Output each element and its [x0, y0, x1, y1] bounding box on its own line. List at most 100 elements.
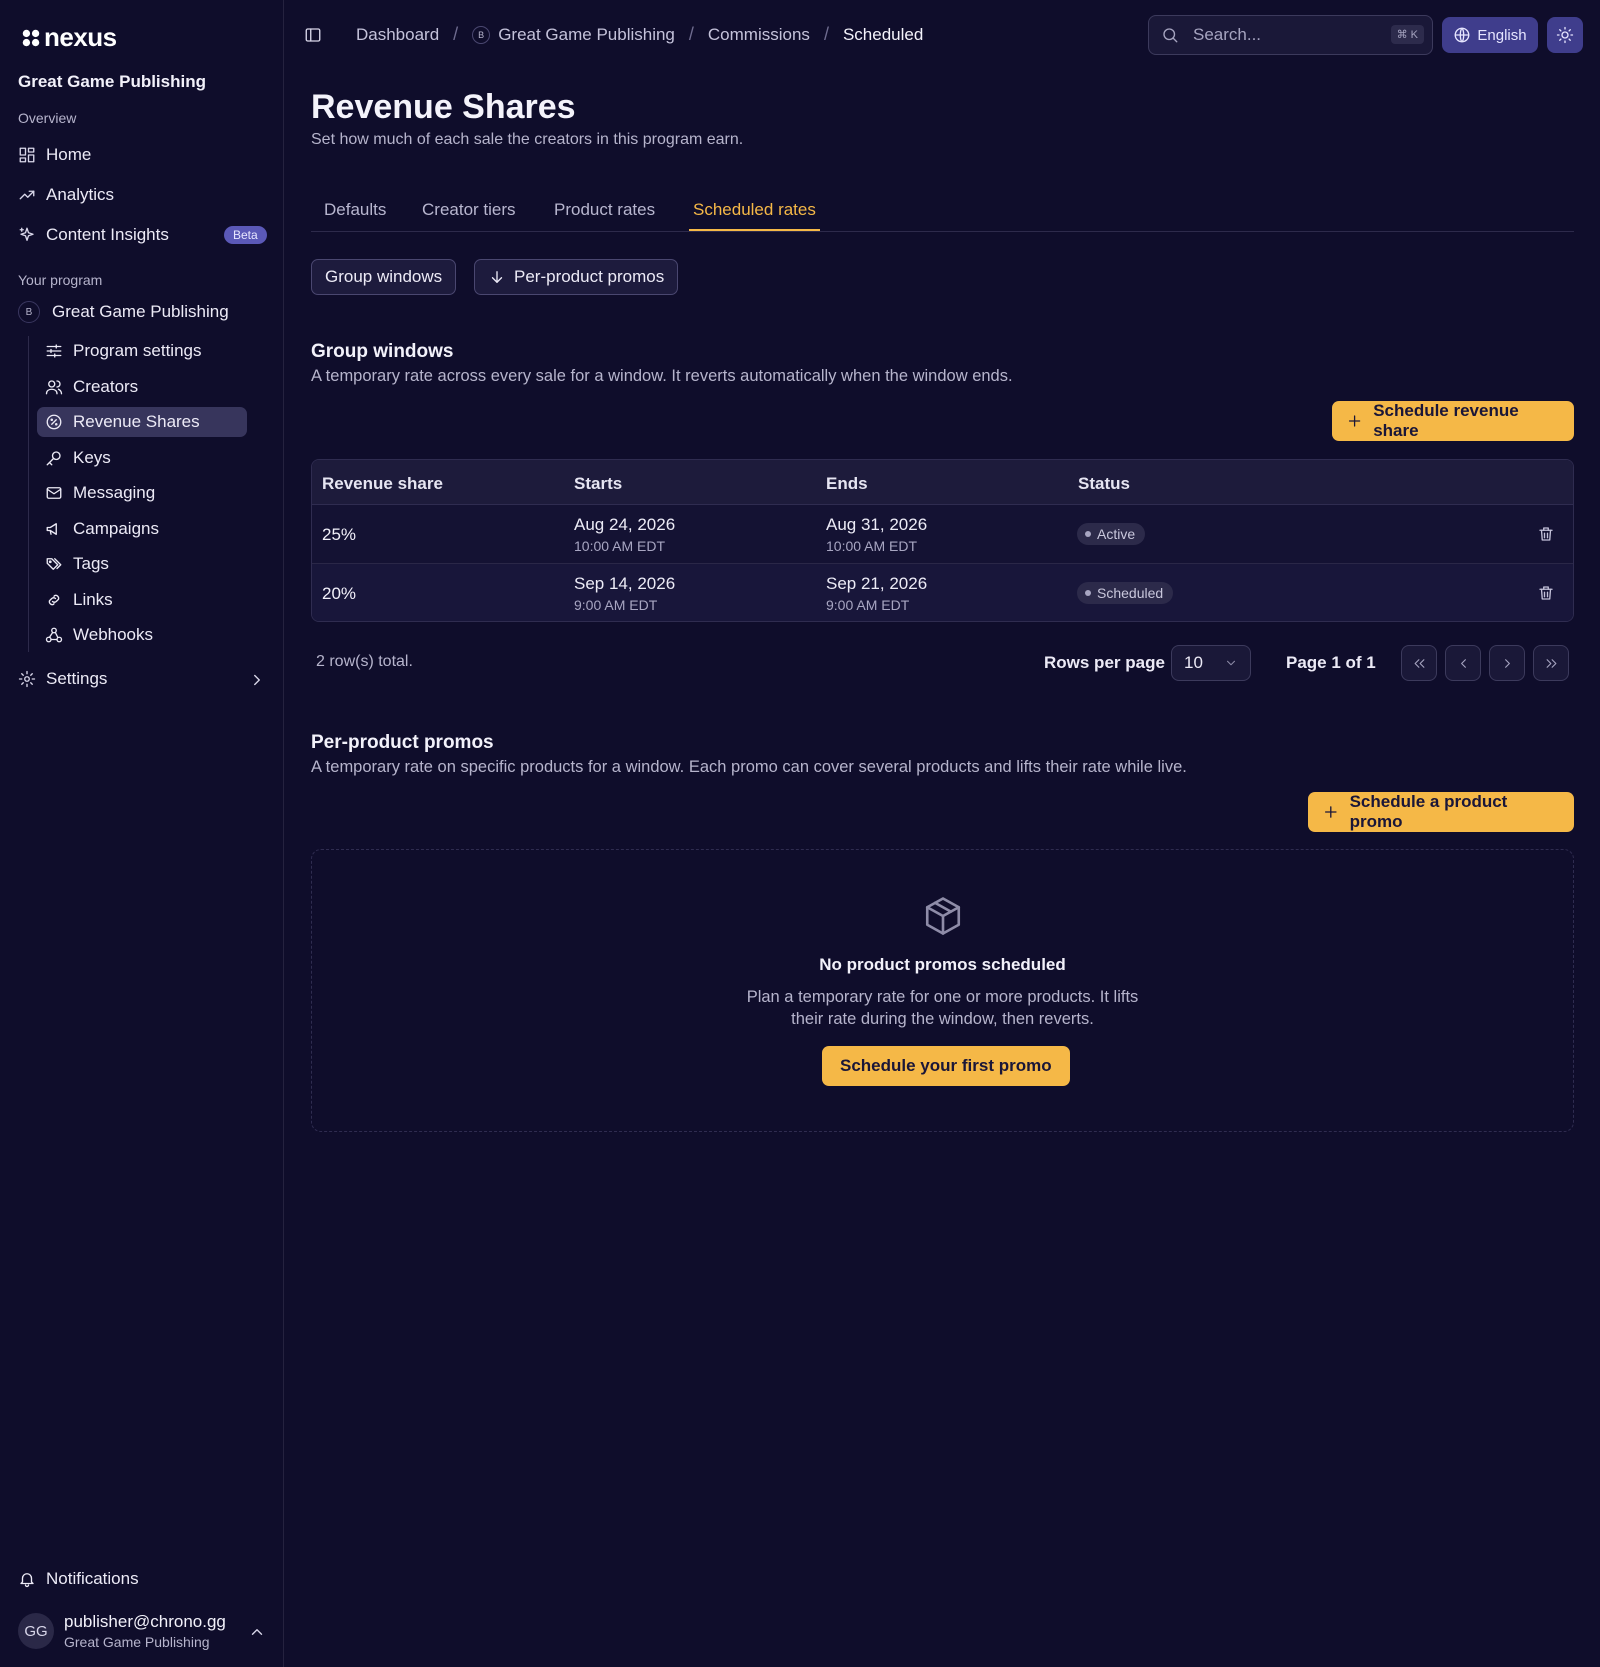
- sidebar-item-label: Creators: [73, 377, 139, 396]
- rows-per-page-value: 10: [1184, 653, 1203, 672]
- tab-defaults[interactable]: Defaults: [320, 200, 390, 231]
- sidebar-item-notifications[interactable]: Notifications: [18, 1569, 139, 1589]
- tags-icon: [46, 558, 62, 570]
- schedule-revenue-share-button[interactable]: Schedule revenue share: [1332, 401, 1574, 441]
- search-shortcut: ⌘ K: [1390, 25, 1424, 44]
- column-header-revenue-share: Revenue share: [322, 474, 443, 493]
- user-menu[interactable]: GG publisher@chrono.gg Great Game Publis…: [18, 1612, 226, 1650]
- breadcrumb: Dashboard / B Great Game Publishing / Co…: [356, 24, 923, 45]
- app-logo[interactable]: nexus: [20, 22, 117, 53]
- mail-icon: [46, 487, 62, 499]
- status-dot: [1085, 590, 1091, 596]
- rows-per-page-select[interactable]: 10: [1171, 645, 1251, 681]
- chevron-up-icon[interactable]: [248, 1623, 266, 1641]
- program-switcher[interactable]: B Great Game Publishing: [18, 301, 229, 323]
- sliders-icon: [46, 344, 62, 358]
- schedule-first-promo-button[interactable]: Schedule your first promo: [822, 1046, 1070, 1086]
- globe-icon: [1454, 27, 1470, 43]
- next-page-button[interactable]: [1489, 645, 1525, 681]
- sidebar-item-tags[interactable]: Tags: [37, 549, 247, 579]
- program-avatar: B: [18, 301, 40, 323]
- chevrons-left-icon: [1414, 658, 1424, 668]
- status-badge: Scheduled: [1077, 582, 1174, 604]
- breadcrumb-program[interactable]: Great Game Publishing: [498, 25, 675, 45]
- sidebar-item-label: Analytics: [46, 185, 115, 204]
- sidebar-item-label: Webhooks: [73, 625, 154, 644]
- sidebar-item-campaigns[interactable]: Campaigns: [37, 514, 247, 544]
- breadcrumb-dashboard[interactable]: Dashboard: [356, 25, 439, 45]
- sidebar-item-label: Campaigns: [73, 519, 159, 538]
- tab-scheduled-rates[interactable]: Scheduled rates: [689, 200, 820, 231]
- sidebar-item-keys[interactable]: Keys: [37, 443, 247, 473]
- sidebar-item-program-settings[interactable]: Program settings: [37, 336, 247, 366]
- chevron-right-icon[interactable]: [248, 671, 266, 689]
- tabs: Defaults Creator tiers Product rates Sch…: [311, 192, 1574, 232]
- avatar: GG: [18, 1613, 54, 1649]
- tab-creator-tiers[interactable]: Creator tiers: [418, 200, 520, 231]
- sidebar-item-content-insights[interactable]: Content Insights: [18, 220, 169, 250]
- per-product-promos-pill[interactable]: Per-product promos: [474, 259, 679, 295]
- pill-label: Per-product promos: [514, 267, 665, 286]
- column-header-starts: Starts: [574, 474, 623, 493]
- row-total: 2 row(s) total.: [316, 653, 413, 670]
- empty-state-description-line: their rate during the window, then rever…: [791, 1010, 1094, 1028]
- topbar: Dashboard / B Great Game Publishing / Co…: [284, 0, 1600, 70]
- breadcrumb-commissions[interactable]: Commissions: [708, 25, 810, 45]
- start-date: Aug 24, 2026: [574, 515, 676, 534]
- status-badge: Active: [1077, 523, 1146, 545]
- language-label: English: [1477, 26, 1527, 44]
- breadcrumb-separator: /: [453, 24, 459, 44]
- sidebar-item-home[interactable]: Home: [18, 140, 91, 170]
- user-org: Great Game Publishing: [64, 1634, 210, 1650]
- chevron-down-icon: [1226, 660, 1236, 666]
- megaphone-icon: [46, 523, 57, 535]
- sidebar-item-settings[interactable]: Settings: [18, 664, 107, 694]
- users-icon: [45, 380, 63, 395]
- logo-text: nexus: [44, 22, 117, 52]
- tree-line: [28, 336, 29, 652]
- start-time: 9:00 AM EDT: [574, 597, 658, 613]
- last-page-button[interactable]: [1533, 645, 1569, 681]
- button-label: Schedule a product promo: [1349, 792, 1508, 831]
- first-page-button[interactable]: [1401, 645, 1437, 681]
- user-email: publisher@chrono.gg: [64, 1612, 226, 1631]
- previous-page-button[interactable]: [1445, 645, 1481, 681]
- sidebar-toggle-icon[interactable]: [304, 26, 322, 44]
- sidebar-item-creators[interactable]: Creators: [37, 372, 247, 402]
- table-row: 20% Sep 14, 2026 9:00 AM EDT Sep 21, 202…: [312, 564, 1573, 621]
- tab-product-rates[interactable]: Product rates: [550, 200, 659, 231]
- status-label: Scheduled: [1097, 585, 1164, 601]
- table-header: Revenue share Starts Ends Status: [312, 460, 1573, 505]
- empty-state: No product promos scheduled Plan a tempo…: [311, 849, 1574, 1132]
- search-input[interactable]: Search... ⌘ K: [1148, 15, 1433, 55]
- sidebar-item-messaging[interactable]: Messaging: [37, 478, 247, 508]
- sidebar-item-analytics[interactable]: Analytics: [18, 180, 114, 210]
- button-label: Schedule revenue share: [1373, 401, 1519, 440]
- empty-state-description: Plan a temporary rate for one or more pr…: [312, 986, 1573, 1030]
- group-windows-pill[interactable]: Group windows: [311, 259, 457, 295]
- program-name: Great Game Publishing: [52, 302, 229, 321]
- sidebar-item-links[interactable]: Links: [37, 585, 247, 615]
- per-product-promos-description: A temporary rate on specific products fo…: [311, 758, 1187, 776]
- sidebar: nexus Great Game Publishing Overview Hom…: [0, 0, 284, 1667]
- key-icon: [46, 451, 61, 466]
- language-button[interactable]: English: [1442, 17, 1538, 53]
- page-subtitle: Set how much of each sale the creators i…: [311, 131, 744, 148]
- trash-icon[interactable]: [1537, 584, 1555, 602]
- table-row: 25% Aug 24, 2026 10:00 AM EDT Aug 31, 20…: [312, 505, 1573, 564]
- empty-state-title: No product promos scheduled: [819, 955, 1066, 974]
- page-title: Revenue Shares: [311, 88, 576, 126]
- theme-toggle-button[interactable]: [1547, 17, 1583, 53]
- trash-icon[interactable]: [1537, 525, 1555, 543]
- your-program-label: Your program: [18, 272, 103, 288]
- breadcrumb-separator: /: [823, 24, 829, 44]
- gear-icon: [18, 670, 36, 688]
- package-icon: [925, 897, 961, 935]
- ends-cell: Aug 31, 2026 10:00 AM EDT: [826, 515, 927, 554]
- link-icon: [48, 594, 60, 606]
- starts-cell: Aug 24, 2026 10:00 AM EDT: [574, 515, 675, 554]
- sidebar-item-revenue-shares[interactable]: Revenue Shares: [37, 407, 247, 437]
- schedule-product-promo-button[interactable]: Schedule a product promo: [1308, 792, 1574, 832]
- sidebar-item-webhooks[interactable]: Webhooks: [37, 620, 247, 650]
- end-time: 9:00 AM EDT: [826, 597, 910, 613]
